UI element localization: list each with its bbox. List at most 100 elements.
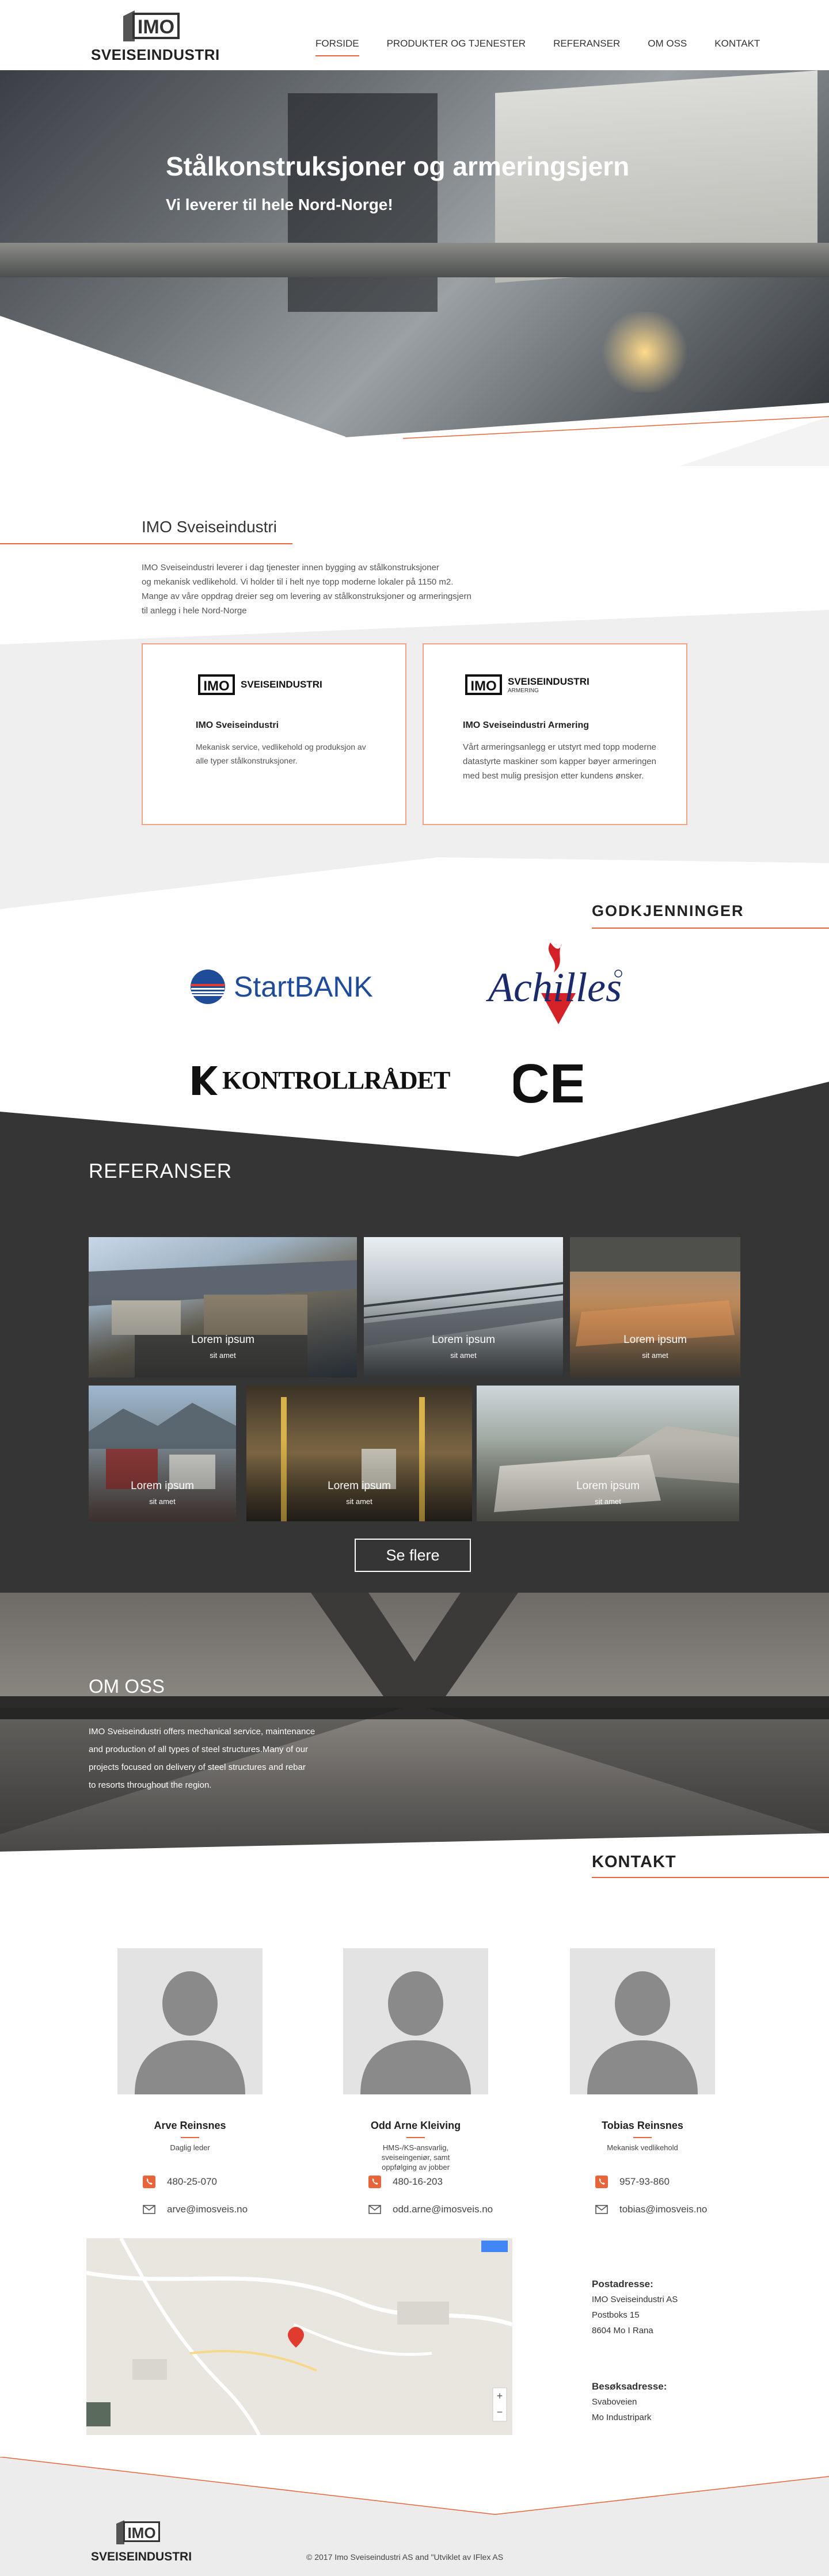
visit-address-line: Mo Industripark <box>592 2413 652 2422</box>
reference-tile[interactable]: Lorem ipsum sit amet <box>246 1386 472 1521</box>
about-line: Mange av våre oppdrag dreier seg om leve… <box>142 591 471 601</box>
hero-angled-cut <box>0 316 829 466</box>
mail-icon <box>143 2205 155 2214</box>
about-us-line: and production of all types of steel str… <box>89 1745 309 1754</box>
map-canvas[interactable]: + − <box>86 2238 512 2435</box>
postal-address: Postadresse: IMO Sveiseindustri AS Postb… <box>592 2276 776 2338</box>
tile-subtitle: sit amet <box>450 1351 477 1360</box>
nav-item-om-oss[interactable]: OM OSS <box>648 38 687 54</box>
logo-text: SVEISEINDUSTRI <box>91 46 220 63</box>
contact-title: KONTAKT <box>592 1853 676 1871</box>
tile-subtitle: sit amet <box>346 1497 372 1506</box>
about-us-title: OM OSS <box>89 1676 165 1697</box>
nav-item-kontakt[interactable]: KONTAKT <box>714 38 760 54</box>
postal-address-label: Postadresse: <box>592 2279 653 2289</box>
footer-logo-text: SVEISEINDUSTRI <box>91 2550 192 2563</box>
copyright-text: © 2017 Imo Sveiseindustri AS and "Utvikl… <box>306 2552 504 2562</box>
service-card-sveiseindustri[interactable]: IMO SVEISEINDUSTRI IMO Sveiseindustri Me… <box>142 643 406 825</box>
mail-icon <box>368 2205 381 2214</box>
map-signin-button <box>481 2241 508 2252</box>
reference-tile[interactable]: Lorem ipsum sit amet <box>477 1386 739 1521</box>
postal-address-line: IMO Sveiseindustri AS <box>592 2295 678 2304</box>
phone-number: 957-93-860 <box>619 2176 670 2187</box>
reference-tile[interactable]: Lorem ipsum sit amet <box>89 1237 357 1377</box>
tile-subtitle: sit amet <box>595 1497 621 1506</box>
site-header: IMO SVEISEINDUSTRI FORSIDE PRODUKTER OG … <box>0 0 829 70</box>
avatar-placeholder-icon <box>360 1971 471 2094</box>
postal-address-line: 8604 Mo I Rana <box>592 2326 653 2335</box>
reference-tile[interactable]: Lorem ipsum sit amet <box>89 1386 236 1521</box>
avatar-placeholder-icon <box>135 1971 245 2094</box>
email-address: tobias@imosveis.no <box>619 2204 708 2215</box>
visit-address: Besøksadresse: Svaboveien Mo Industripar… <box>592 2379 776 2425</box>
about-line: til anlegg i hele Nord-Norge <box>142 606 247 616</box>
tile-title: Lorem ipsum <box>432 1334 495 1346</box>
person-name: Arve Reinsnes <box>154 2120 226 2131</box>
card-text: Vårt armeringsanlegg er utstyrt med topp… <box>463 742 656 781</box>
tile-subtitle: sit amet <box>210 1351 236 1360</box>
startbank-logo: StartBANK <box>190 969 373 1005</box>
about-us-line: to resorts throughout the region. <box>89 1780 212 1790</box>
nav-item-forside[interactable]: FORSIDE <box>315 38 359 56</box>
person-phone[interactable]: 480-25-070 <box>143 2176 217 2188</box>
about-background <box>0 610 829 909</box>
person-phone[interactable]: 957-93-860 <box>595 2176 670 2188</box>
postal-address-line: Postboks 15 <box>592 2310 640 2320</box>
phone-icon <box>143 2176 155 2188</box>
card-title: IMO Sveiseindustri Armering <box>463 720 590 730</box>
tile-title: Lorem ipsum <box>131 1480 194 1492</box>
card-logo-subtext: ARMERING <box>508 687 539 694</box>
person-email[interactable]: odd.arne@imosveis.no <box>368 2203 493 2216</box>
tile-subtitle: sit amet <box>149 1497 176 1506</box>
avatar <box>343 1948 488 2094</box>
person-email[interactable]: tobias@imosveis.no <box>595 2203 707 2216</box>
person-email[interactable]: arve@imosveis.no <box>143 2203 248 2216</box>
imo-logo-icon: IMO <box>465 674 502 695</box>
reference-tile[interactable]: Lorem ipsum sit amet <box>364 1237 563 1377</box>
footer-logo[interactable]: IMO SVEISEINDUSTRI <box>91 2518 192 2566</box>
name-underline <box>633 2137 652 2138</box>
satellite-toggle-button <box>86 2402 111 2426</box>
phone-icon <box>368 2176 381 2188</box>
tile-title: Lorem ipsum <box>328 1480 391 1492</box>
nav-item-produkter[interactable]: PRODUKTER OG TJENESTER <box>387 38 526 54</box>
svg-text:−: − <box>497 2406 503 2418</box>
phone-icon <box>595 2176 608 2188</box>
phone-number: 480-16-203 <box>393 2176 443 2187</box>
visit-address-line: Svaboveien <box>592 2397 637 2407</box>
card-logo: IMO SVEISEINDUSTRI ARMERING <box>463 672 590 697</box>
see-more-button[interactable]: Se flere <box>355 1539 471 1572</box>
person-phone[interactable]: 480-16-203 <box>368 2176 443 2188</box>
reference-tile[interactable]: Lorem ipsum sit amet <box>570 1237 740 1377</box>
approvals-title: GODKJENNINGER <box>592 902 744 919</box>
about-title-underline <box>0 543 292 544</box>
person-role: HMS-/KS-ansvarlig, sveiseingeniør, samt … <box>381 2143 450 2172</box>
contact-underline <box>592 1877 829 1878</box>
location-map[interactable]: + − <box>86 2238 512 2435</box>
about-line: IMO Sveiseindustri leverer i dag tjenest… <box>142 563 439 573</box>
startbank-emblem-icon <box>191 970 225 1004</box>
tile-title: Lorem ipsum <box>576 1480 640 1492</box>
service-card-armering[interactable]: IMO SVEISEINDUSTRI ARMERING IMO Sveisein… <box>423 643 687 825</box>
tile-subtitle: sit amet <box>642 1351 668 1360</box>
about-line: og mekanisk vedlikehold. Vi holder til i… <box>142 577 454 587</box>
nav-item-referanser[interactable]: REFERANSER <box>553 38 620 54</box>
visit-address-label: Besøksadresse: <box>592 2381 667 2392</box>
name-underline <box>181 2137 199 2138</box>
person-role: Mekanisk vedlikehold <box>607 2143 678 2152</box>
hero-title: Stålkonstruksjoner og armeringsjern <box>166 151 630 181</box>
person-name: Tobias Reinsnes <box>602 2120 683 2131</box>
email-address: odd.arne@imosveis.no <box>393 2204 493 2215</box>
svg-text:+: + <box>497 2390 503 2402</box>
phone-number: 480-25-070 <box>167 2176 217 2187</box>
card-logo-text: SVEISEINDUSTRI <box>241 679 322 690</box>
about-us-line: projects focused on delivery of steel st… <box>89 1762 306 1772</box>
avatar-placeholder-icon <box>587 1971 698 2094</box>
mail-icon <box>595 2205 608 2214</box>
svg-text:IMO: IMO <box>127 2524 155 2541</box>
card-text: Mekanisk service, vedlikehold og produks… <box>196 742 366 765</box>
site-logo[interactable]: IMO SVEISEINDUSTRI <box>91 8 220 63</box>
main-nav: FORSIDE PRODUKTER OG TJENESTER REFERANSE… <box>315 38 788 56</box>
card-title: IMO Sveiseindustri <box>196 720 279 730</box>
person-name: Odd Arne Kleiving <box>370 2120 461 2131</box>
